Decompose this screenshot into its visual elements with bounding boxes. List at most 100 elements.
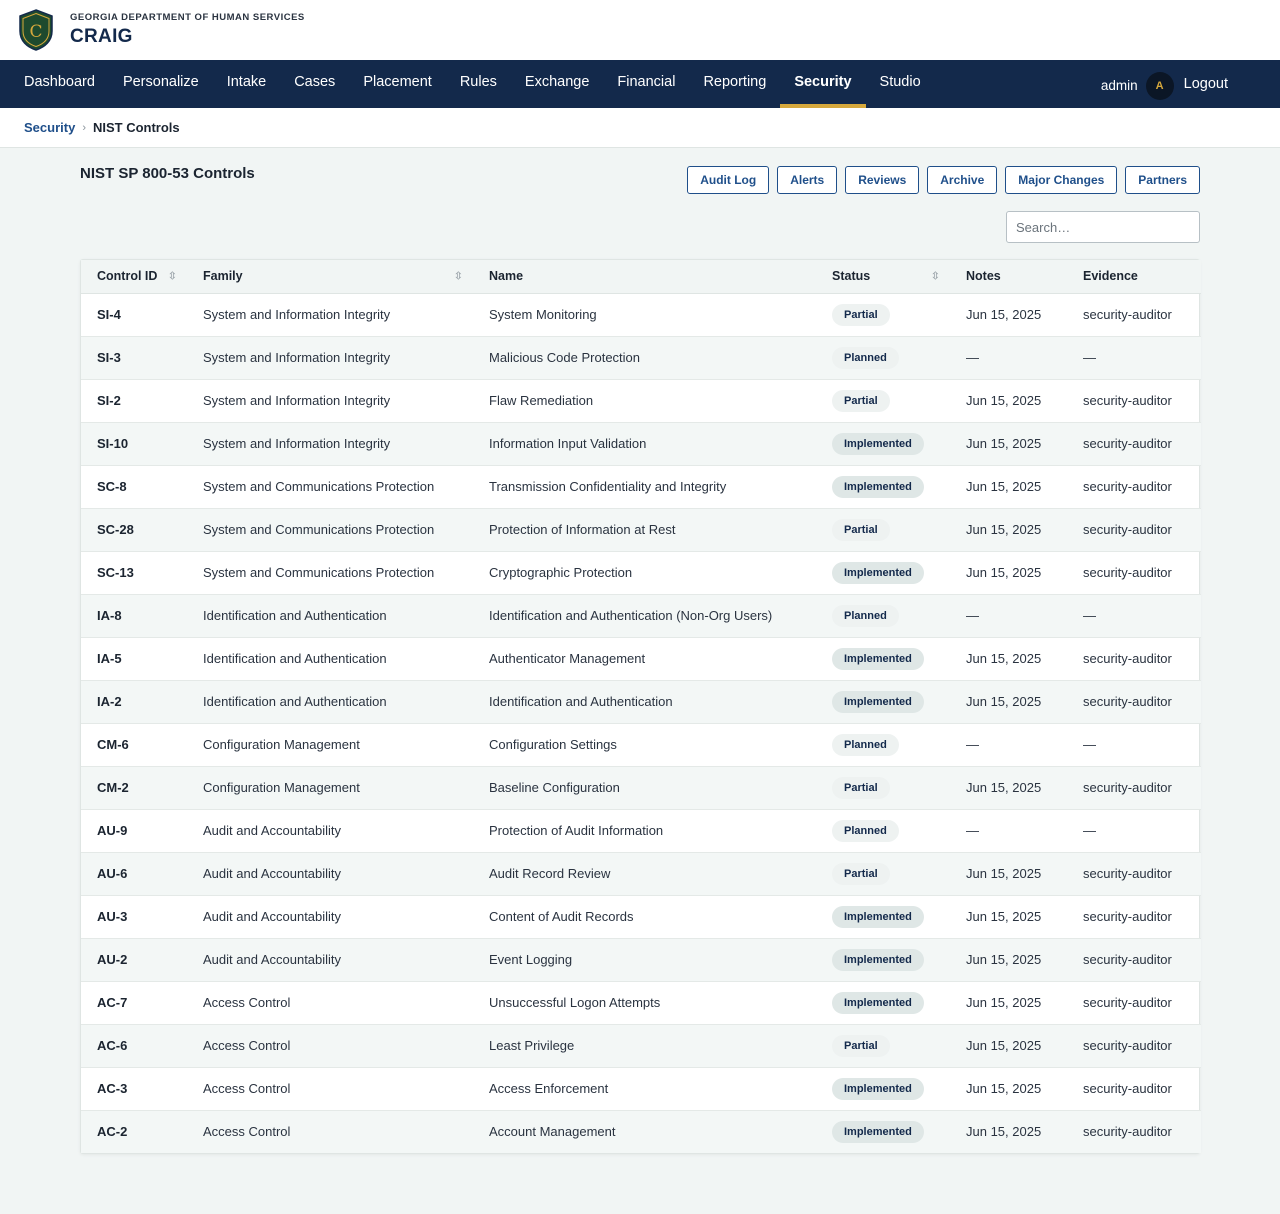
evidence-cell: security-auditor — [1083, 307, 1172, 322]
evidence-cell: security-auditor — [1083, 651, 1172, 666]
nav-item-cases[interactable]: Cases — [280, 60, 349, 108]
notes-cell: Jun 15, 2025 — [966, 651, 1042, 666]
breadcrumb-current: NIST Controls — [92, 120, 180, 135]
notes-cell: Jun 15, 2025 — [966, 1038, 1042, 1053]
name-cell: System Monitoring — [489, 307, 597, 322]
alerts-button[interactable]: Alerts — [777, 166, 838, 194]
column-header-name: Name — [473, 260, 816, 294]
partners-button[interactable]: Partners — [1125, 166, 1200, 194]
evidence-cell: — — [1083, 823, 1096, 838]
control-id-cell: AC-6 — [97, 1038, 128, 1053]
column-label: Family — [203, 269, 243, 284]
search-input[interactable] — [1006, 211, 1200, 243]
reviews-button[interactable]: Reviews — [845, 166, 920, 194]
table-row[interactable]: AC-3 Access Control Access Enforcement Impl… — [81, 1067, 1201, 1110]
control-id-cell: AC-2 — [97, 1124, 128, 1140]
status-cell: Planned — [816, 336, 950, 379]
sort-icon[interactable]: ⇳ — [931, 270, 940, 283]
breadcrumb-separator-icon: › — [82, 121, 86, 134]
table-row[interactable]: AC-7 Access Control Unsuccessful Logon Att… — [81, 981, 1201, 1024]
sort-icon[interactable]: ⇳ — [168, 270, 177, 283]
breadcrumb-security-link[interactable]: Security — [24, 120, 75, 135]
table-row[interactable]: IA-2 Identification and Authentication Ide… — [81, 680, 1201, 723]
nav-item-intake[interactable]: Intake — [213, 60, 281, 108]
control-id-cell: AC-7 — [97, 995, 128, 1010]
status-cell: Partial — [816, 852, 950, 895]
table-row[interactable]: AC-6 Access Control Least Privilege Partial… — [81, 1024, 1201, 1067]
name-cell: Configuration Settings — [489, 737, 617, 752]
control-id-cell: AU-9 — [97, 823, 128, 838]
control-id-cell: IA-5 — [97, 651, 122, 666]
name-cell: Account Management — [489, 1124, 616, 1140]
status-badge: Implemented — [832, 1120, 924, 1143]
table-row[interactable]: CM-6 Configuration Management Configuratio… — [81, 723, 1201, 766]
nav-item-placement[interactable]: Placement — [349, 60, 446, 108]
nav-item-reporting[interactable]: Reporting — [689, 60, 780, 108]
major-changes-button[interactable]: Major Changes — [1005, 166, 1118, 194]
avatar[interactable]: A — [1145, 71, 1174, 100]
column-label: Control ID — [97, 269, 158, 284]
nav-item-studio[interactable]: Studio — [866, 60, 935, 108]
evidence-cell: — — [1083, 608, 1096, 623]
notes-cell: — — [966, 823, 979, 838]
status-badge: Partial — [832, 1034, 890, 1057]
table-row[interactable]: AU-9 Audit and Accountability Protection o… — [81, 809, 1201, 852]
column-header-status[interactable]: Status ⇳ — [816, 260, 950, 294]
nav-item-financial[interactable]: Financial — [603, 60, 689, 108]
table-row[interactable]: SC-13 System and Communications Protectio… — [81, 551, 1201, 594]
family-cell: System and Communications Protection — [203, 522, 435, 537]
family-cell: Access Control — [203, 995, 291, 1010]
agency-name: GEORGIA DEPARTMENT OF HUMAN SERVICES — [70, 12, 305, 23]
table-row[interactable]: SI-2 System and Information Integrity Flaw… — [81, 379, 1201, 422]
nav-item-exchange[interactable]: Exchange — [511, 60, 604, 108]
nav-item-security[interactable]: Security — [780, 60, 866, 108]
nav-item-personalize[interactable]: Personalize — [109, 60, 213, 108]
name-cell: Event Logging — [489, 952, 573, 967]
table-row[interactable]: CM-2 Configuration Management Baseline Con… — [81, 766, 1201, 809]
user-menu: admin A Logout — [1101, 60, 1228, 108]
nav-item-rules[interactable]: Rules — [446, 60, 511, 108]
table-row[interactable]: AC-2 Access Control Account Management Impl… — [81, 1110, 1201, 1153]
status-badge: Implemented — [832, 1077, 924, 1100]
family-cell: Configuration Management — [203, 780, 360, 795]
control-id-cell: SC-28 — [97, 522, 134, 537]
status-cell: Partial — [816, 293, 950, 336]
table-row[interactable]: AU-3 Audit and Accountability Content of A… — [81, 895, 1201, 938]
agency-shield-logo: C — [19, 9, 53, 51]
column-header-control-id[interactable]: Control ID ⇳ — [81, 260, 187, 294]
breadcrumb: Security › NIST Controls — [0, 108, 1280, 148]
table-row[interactable]: IA-5 Identification and Authentication Aut… — [81, 637, 1201, 680]
notes-cell: Jun 15, 2025 — [966, 1124, 1042, 1140]
table-row[interactable]: SI-10 System and Information Integrity Inf… — [81, 422, 1201, 465]
table-row[interactable]: SI-3 System and Information Integrity Mali… — [81, 336, 1201, 379]
column-label: Notes — [966, 269, 1001, 284]
evidence-cell: security-auditor — [1083, 995, 1172, 1010]
table-row[interactable]: AU-6 Audit and Accountability Audit Record… — [81, 852, 1201, 895]
logout-link[interactable]: Logout — [1184, 76, 1228, 92]
page-title: NIST SP 800-53 Controls — [80, 165, 255, 182]
status-badge: Implemented — [832, 948, 924, 971]
table-row[interactable]: SC-28 System and Communications Protectio… — [81, 508, 1201, 551]
name-cell: Protection of Audit Information — [489, 823, 664, 838]
control-id-cell: AU-2 — [97, 952, 128, 967]
notes-cell: Jun 15, 2025 — [966, 909, 1042, 924]
audit-log-button[interactable]: Audit Log — [687, 166, 770, 194]
table-row[interactable]: IA-8 Identification and Authentication Ide… — [81, 594, 1201, 637]
column-header-family[interactable]: Family ⇳ — [187, 260, 473, 294]
table-row[interactable]: AU-2 Audit and Accountability Event Loggin… — [81, 938, 1201, 981]
evidence-cell: security-auditor — [1083, 436, 1172, 451]
table-row[interactable]: SI-4 System and Information Integrity Syst… — [81, 293, 1201, 336]
table-row[interactable]: SC-8 System and Communications Protection… — [81, 465, 1201, 508]
evidence-cell: security-auditor — [1083, 909, 1172, 924]
name-cell: Content of Audit Records — [489, 909, 634, 924]
sort-icon[interactable]: ⇳ — [454, 270, 463, 283]
nav-item-dashboard[interactable]: Dashboard — [10, 60, 109, 108]
control-id-cell: SI-2 — [97, 393, 121, 408]
status-badge: Implemented — [832, 432, 924, 455]
archive-button[interactable]: Archive — [927, 166, 998, 194]
family-cell: Access Control — [203, 1038, 291, 1053]
app-name: CRAIG — [70, 26, 133, 47]
notes-cell: Jun 15, 2025 — [966, 393, 1042, 408]
status-badge: Planned — [832, 733, 899, 756]
control-id-cell: AU-6 — [97, 866, 128, 881]
